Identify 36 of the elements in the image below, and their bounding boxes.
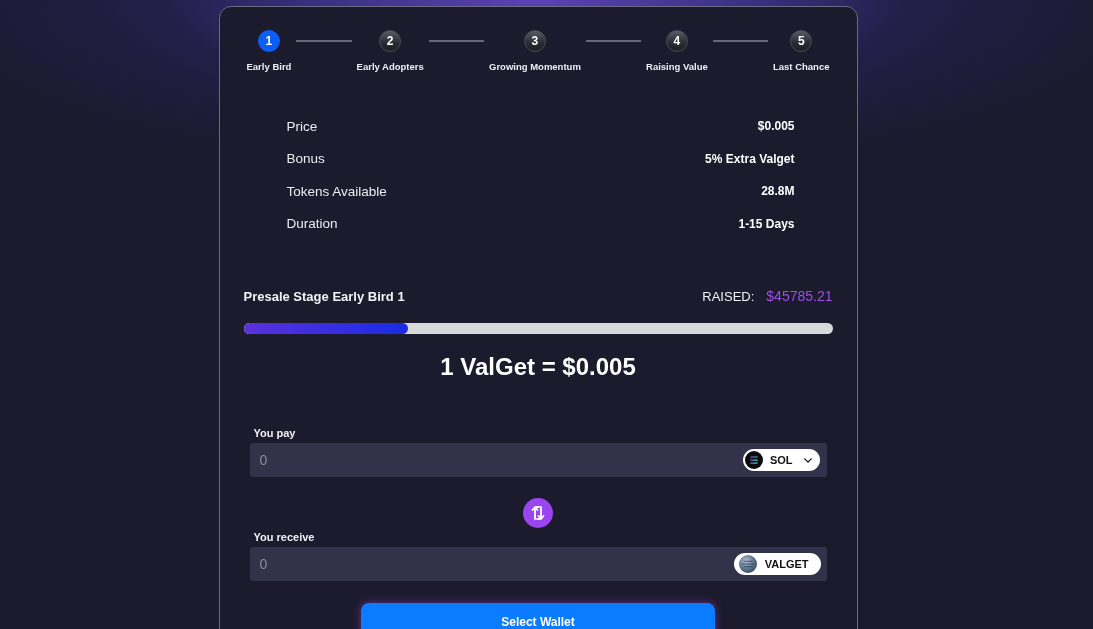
token-icon xyxy=(744,451,763,469)
step-number: 3 xyxy=(523,30,546,52)
step-number: 2 xyxy=(379,30,402,52)
stage-title: Presale Stage Early Bird 1 xyxy=(243,288,405,304)
swap-arrows-icon xyxy=(530,505,546,521)
detail-value: 5% Extra Valget xyxy=(705,151,795,166)
select-wallet-button[interactable]: Select Wallet xyxy=(361,603,715,629)
raised-label: RAISED: xyxy=(702,288,755,304)
step-label: Raising Value xyxy=(646,61,708,72)
step-number: 1 xyxy=(257,30,280,52)
detail-label: Duration xyxy=(286,216,338,232)
field-label: You receive xyxy=(253,530,315,544)
step-connector xyxy=(428,40,484,42)
token-select-button[interactable]: SOL xyxy=(742,449,820,471)
detail-label: Bonus xyxy=(286,151,325,167)
step-connector xyxy=(712,40,768,42)
detail-value: 28.8M xyxy=(761,184,795,199)
step-number: 5 xyxy=(790,30,813,52)
detail-label: Price xyxy=(286,118,318,134)
step-label: Early Bird xyxy=(246,61,292,72)
chevron-down-icon xyxy=(803,457,812,463)
exchange-rate: 1 ValGet = $0.005 xyxy=(440,352,636,382)
step-connector xyxy=(585,40,641,42)
step-number: 4 xyxy=(665,30,688,52)
detail-value: $0.005 xyxy=(757,119,795,134)
token-select-button[interactable]: VALGET xyxy=(733,553,821,575)
raised-amount: $45785.21 xyxy=(766,288,833,304)
step-label: Growing Momentum xyxy=(489,61,581,72)
step-label: Early Adopters xyxy=(356,61,424,72)
step-label: Last Chance xyxy=(773,61,830,72)
step-connector xyxy=(296,40,352,42)
swap-button[interactable] xyxy=(523,498,553,528)
detail-label: Tokens Available xyxy=(286,183,387,199)
coin-icon xyxy=(738,555,757,573)
detail-value: 1-15 Days xyxy=(738,216,795,231)
field-label: You pay xyxy=(253,426,296,440)
